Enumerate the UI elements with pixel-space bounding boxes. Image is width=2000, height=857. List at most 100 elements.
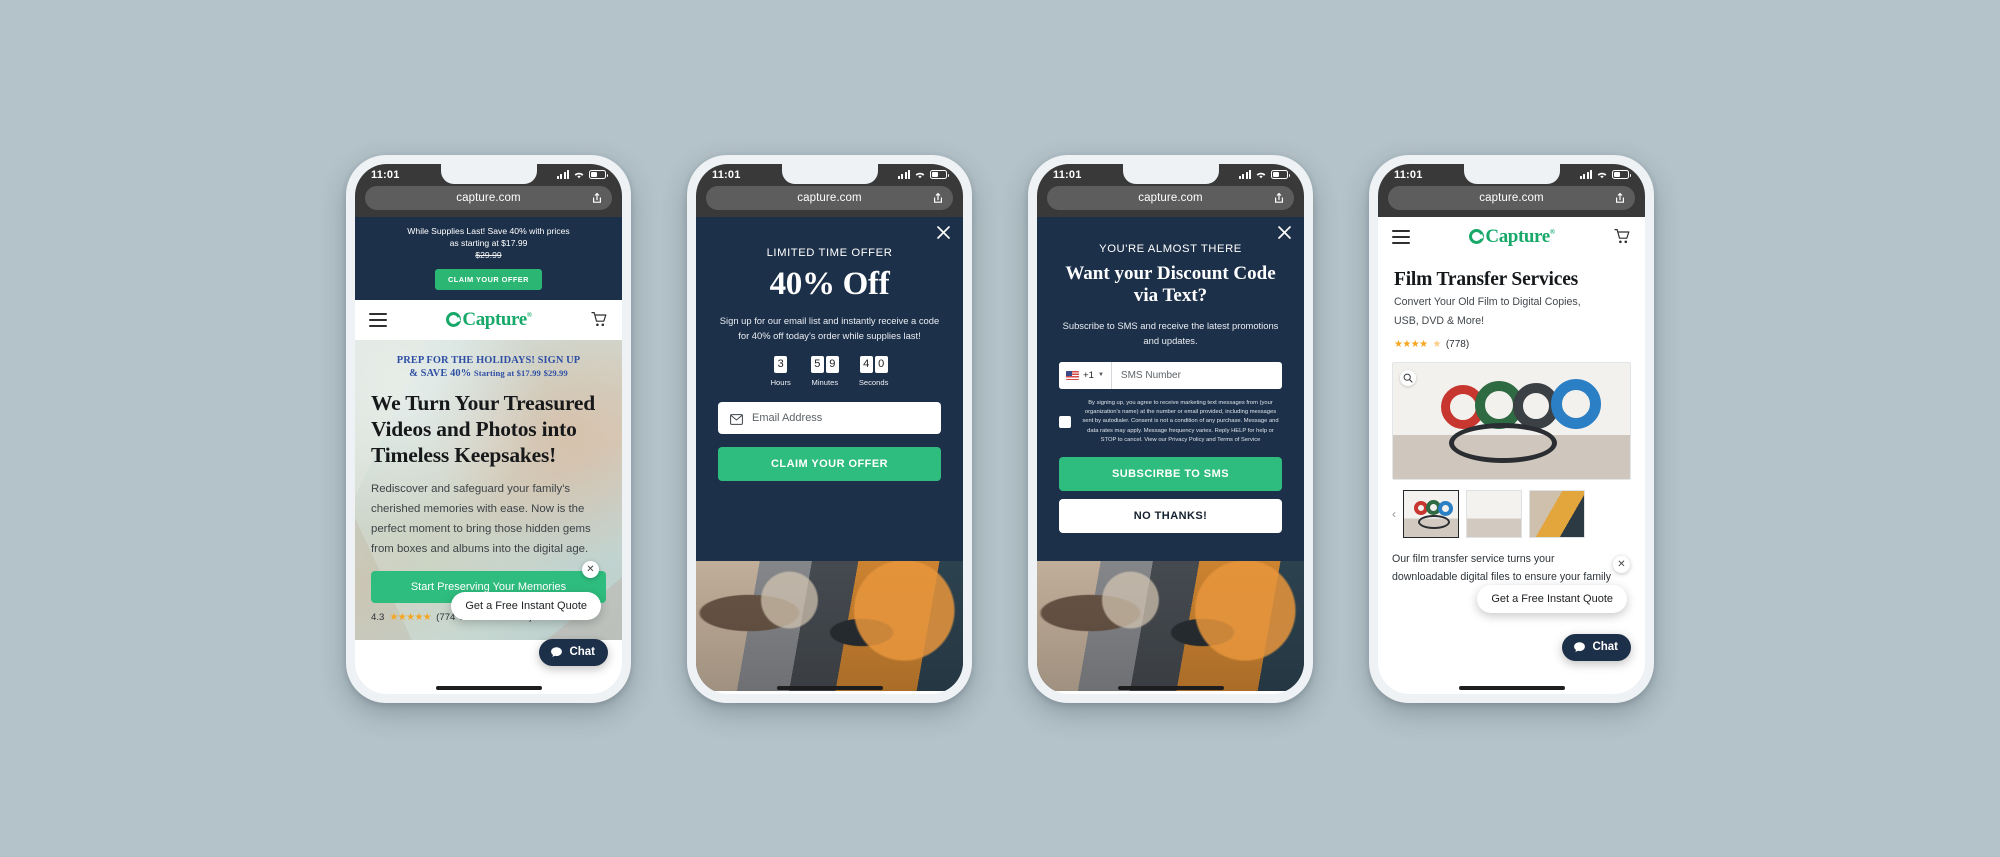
hours-label: Hours [770,377,791,387]
wifi-icon [915,172,925,179]
magnifier-icon[interactable] [1400,369,1416,386]
capture-logo[interactable]: Capture ® [1469,225,1555,248]
notch [440,163,537,184]
url-bar[interactable]: capture.com [706,185,953,210]
announcement-strike-price: $29.99 [475,250,502,261]
modal-headline: 40% Off [769,265,890,302]
modal-close-icon[interactable] [1277,225,1292,240]
battery-icon [589,170,608,179]
shopping-cart-icon[interactable] [1614,228,1631,245]
timer-minutes: 5 9 Minutes [810,355,839,387]
share-icon[interactable] [591,191,603,204]
email-input[interactable]: Email Address [718,401,941,434]
rating-value: 4.3 [371,611,385,623]
url-bar[interactable]: capture.com [1047,185,1294,210]
notch [1122,163,1219,184]
status-icons [1238,170,1290,179]
chevron-left-icon[interactable]: ‹ [1392,507,1396,521]
home-indicator [776,685,883,690]
seconds-digits: 4 0 [859,355,889,373]
product-reviews[interactable]: ★★★★ ★ (778) [1394,339,1629,350]
signal-icon [897,170,910,179]
phone-4-screen: 11:01 capture.com Capture ® Film Transfe… [1378,163,1645,694]
claim-offer-button[interactable]: CLAIM YOUR OFFER [435,268,542,290]
phone-1-page: While Supplies Last! Save 40% with price… [355,216,622,691]
signal-icon [556,170,569,179]
consent-checkbox[interactable] [1059,416,1071,429]
minutes-digits: 5 9 [810,355,839,373]
phone-1: 11:01 capture.com While Supplies Last! S… [346,154,631,703]
product-page: Capture ® Film Transfer Services Convert … [1378,216,1645,691]
phone-4: 11:01 capture.com Capture ® Film Transfe… [1369,154,1654,703]
widget-close-icon[interactable]: ✕ [1613,555,1630,573]
announcement-line-1: While Supplies Last! Save 40% with price… [407,225,570,236]
hours-digits: 3 [771,355,791,373]
share-icon[interactable] [932,191,944,204]
half-star-icon: ★ [1432,338,1441,350]
product-tagline-2: USB, DVD & More! [1394,314,1485,327]
phone-2-screen: 11:01 capture.com LIMITED TIME OFFER 40%… [696,163,963,694]
thumbnail-3[interactable] [1529,489,1585,538]
home-indicator [1458,685,1565,690]
claim-offer-button[interactable]: CLAIM YOUR OFFER [718,446,941,481]
registered-mark: ® [526,310,532,319]
review-count: (778) [1445,338,1470,350]
share-icon[interactable] [1273,191,1285,204]
announcement-bar: While Supplies Last! Save 40% with price… [355,216,622,300]
product-gallery[interactable] [1392,361,1631,480]
chat-button[interactable]: Chat [539,638,608,666]
share-icon[interactable] [1614,191,1626,204]
shopping-cart-icon[interactable] [591,311,608,328]
instant-quote-pill[interactable]: Get a Free Instant Quote [1477,584,1627,613]
email-capture-modal: LIMITED TIME OFFER 40% Off Sign up for o… [696,216,963,691]
instant-quote-pill[interactable]: Get a Free Instant Quote [451,591,601,620]
hero-eyebrow: PREP FOR THE HOLIDAYS! SIGN UP & SAVE 40… [371,354,606,381]
digit: 3 [774,355,788,373]
thumbnail-2[interactable] [1466,489,1522,538]
chat-bubble-icon [1573,641,1586,654]
logo-text: Capture [1485,225,1550,247]
status-icons [556,170,608,179]
capture-logo[interactable]: Capture ® [446,309,532,331]
thumb-reel-blue [1438,500,1453,516]
status-icons [1579,170,1631,179]
url-bar[interactable]: capture.com [365,185,612,210]
chat-label: Chat [1592,641,1618,653]
hamburger-icon[interactable] [1392,229,1410,244]
phone-1-screen: 11:01 capture.com While Supplies Last! S… [355,163,622,694]
hamburger-icon[interactable] [369,312,387,327]
url-bar[interactable]: capture.com [1388,185,1635,210]
email-placeholder: Email Address [752,411,823,424]
status-time: 11:01 [1394,168,1423,181]
modal-content: LIMITED TIME OFFER 40% Off Sign up for o… [696,217,963,481]
registered-mark: ® [1549,227,1555,236]
subscribe-to-sms-button[interactable]: SUBSCIRBE TO SMS [1059,456,1282,491]
modal-close-icon[interactable] [936,225,951,240]
film-reel-blue [1551,378,1601,429]
wifi-icon [1256,172,1266,179]
url-text: capture.com [456,191,521,204]
timer-hours: 3 Hours [770,355,791,387]
modal-kicker: YOU'RE ALMOST THERE [1099,242,1242,255]
thumbnail-1[interactable] [1403,489,1459,538]
film-strip-loop [1449,422,1557,463]
product-header: Film Transfer Services Convert Your Old … [1378,257,1645,350]
consent-text: By signing up, you agree to receive mark… [1082,399,1279,444]
phone-2: 11:01 capture.com LIMITED TIME OFFER 40%… [687,154,972,703]
site-header: Capture ® [1378,216,1645,257]
wifi-icon [574,172,584,179]
digit: 5 [810,355,824,373]
sms-number-input[interactable]: +1 ▼ SMS Number [1059,361,1282,389]
modal-subtext: Subscribe to SMS and receive the latest … [1062,320,1279,347]
status-time: 11:01 [1053,168,1082,181]
status-time: 11:01 [712,168,741,181]
widget-close-icon[interactable]: ✕ [582,560,599,578]
product-tagline-1: Convert Your Old Film to Digital Copies, [1394,295,1581,308]
us-flag-icon [1066,370,1079,380]
status-icons [897,170,949,179]
country-code-value: +1 [1083,369,1094,381]
country-code-select[interactable]: +1 ▼ [1059,361,1112,389]
modal-headline-line-2: via Text? [1133,285,1208,307]
no-thanks-button[interactable]: NO THANKS! [1059,498,1282,533]
chat-button[interactable]: Chat [1562,633,1631,661]
